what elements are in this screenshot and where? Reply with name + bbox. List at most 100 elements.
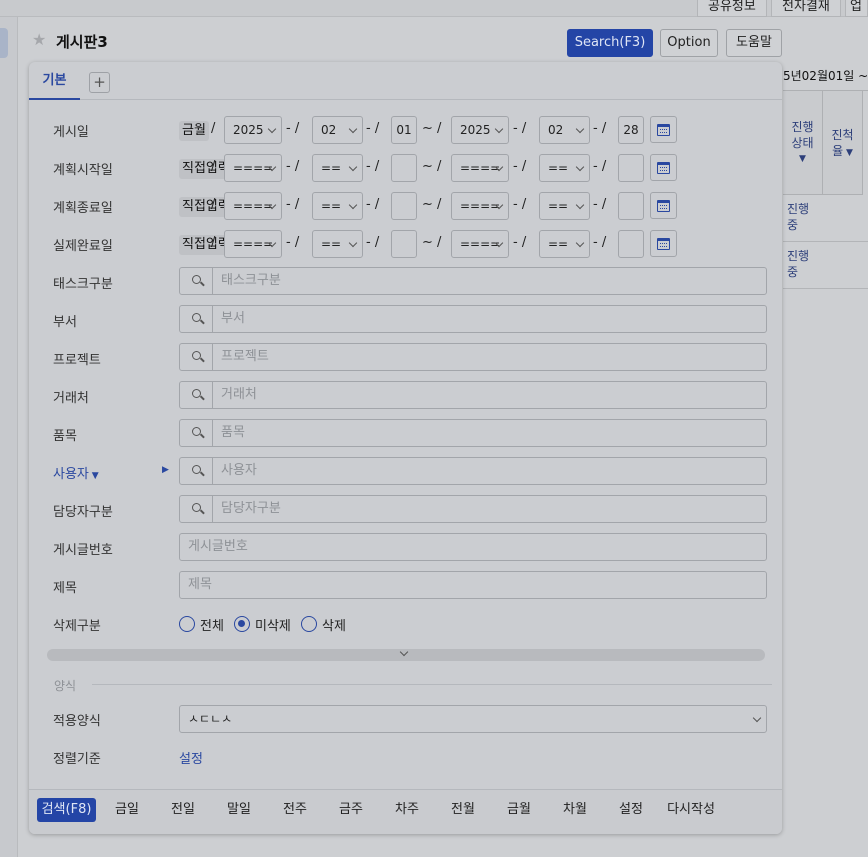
label-task-type: 태스크구분 bbox=[53, 277, 113, 292]
year-select[interactable]: ==== bbox=[451, 154, 509, 182]
subject-input[interactable]: 제목 bbox=[179, 571, 767, 599]
sort-settings-link[interactable]: 설정 bbox=[179, 748, 203, 767]
caret-right-icon[interactable]: ▶ bbox=[162, 465, 169, 475]
search-f8-button[interactable]: 검색(F8) bbox=[37, 798, 96, 822]
calendar-icon[interactable] bbox=[650, 116, 677, 143]
topnav-more[interactable]: 업 bbox=[845, 0, 868, 17]
month-select[interactable]: 02 bbox=[312, 116, 363, 144]
day-input[interactable] bbox=[618, 192, 644, 220]
dash-slash-separator: - / bbox=[513, 121, 527, 136]
year-select[interactable]: ==== bbox=[224, 192, 282, 220]
today-button[interactable]: 금일 bbox=[110, 798, 144, 822]
calendar-icon[interactable] bbox=[650, 154, 677, 181]
this-month-button[interactable]: 금월 bbox=[502, 798, 536, 822]
day-input[interactable] bbox=[391, 230, 417, 258]
label-user-dropdown[interactable]: 사용자 ▼ bbox=[53, 463, 99, 482]
search-icon[interactable] bbox=[180, 268, 213, 294]
month-select[interactable]: 02 bbox=[539, 116, 590, 144]
date-row-actual-done: 직접입력 / ==== == ==== == - / - / - / - / ~ / bbox=[29, 230, 782, 260]
label-subject: 제목 bbox=[53, 581, 77, 596]
radio-not-deleted[interactable] bbox=[234, 616, 250, 632]
month-select[interactable]: == bbox=[312, 192, 363, 220]
next-week-button[interactable]: 차주 bbox=[390, 798, 424, 822]
next-month-button[interactable]: 차월 bbox=[558, 798, 592, 822]
post-no-input[interactable]: 게시글번호 bbox=[179, 533, 767, 561]
radio-deleted[interactable] bbox=[301, 616, 317, 632]
project-field[interactable]: 프로젝트 bbox=[179, 343, 767, 371]
last-week-button[interactable]: 전주 bbox=[278, 798, 312, 822]
date-mode-selector[interactable]: 금월 bbox=[179, 121, 209, 141]
chevron-down-icon bbox=[752, 713, 762, 723]
year-select[interactable]: ==== bbox=[224, 230, 282, 258]
chevron-down-icon bbox=[348, 238, 358, 248]
dept-field[interactable]: 부서 bbox=[179, 305, 767, 333]
table-row[interactable]: 진행 중 bbox=[783, 242, 868, 289]
day-input[interactable] bbox=[618, 154, 644, 182]
dash-slash-separator: - / bbox=[513, 159, 527, 174]
day-input[interactable]: 28 bbox=[618, 116, 644, 144]
user-field[interactable]: 사용자 bbox=[179, 457, 767, 485]
tilde-slash-separator: ~ / bbox=[422, 159, 442, 174]
day-input[interactable] bbox=[618, 230, 644, 258]
chevron-down-icon bbox=[575, 162, 585, 172]
search-icon[interactable] bbox=[180, 382, 213, 408]
calendar-icon[interactable] bbox=[650, 230, 677, 257]
year-select[interactable]: ==== bbox=[451, 230, 509, 258]
month-select[interactable]: == bbox=[312, 230, 363, 258]
month-select[interactable]: == bbox=[539, 192, 590, 220]
month-select[interactable]: == bbox=[312, 154, 363, 182]
topnav-approval[interactable]: 전자결재 bbox=[771, 0, 841, 17]
column-header-progress[interactable]: 진척 율 ▼ bbox=[823, 91, 863, 195]
dash-slash-separator: - / bbox=[286, 235, 300, 250]
search-icon[interactable] bbox=[180, 306, 213, 332]
chevron-down-icon bbox=[575, 124, 585, 134]
this-week-button[interactable]: 금주 bbox=[334, 798, 368, 822]
client-field[interactable]: 거래처 bbox=[179, 381, 767, 409]
table-row[interactable]: 진행 중 bbox=[783, 195, 868, 242]
dash-slash-separator: - / bbox=[593, 121, 607, 136]
task-type-field[interactable]: 태스크구분 bbox=[179, 267, 767, 295]
year-select[interactable]: 2025 bbox=[224, 116, 282, 144]
year-select[interactable]: 2025 bbox=[451, 116, 509, 144]
year-select[interactable]: ==== bbox=[224, 154, 282, 182]
assignee-type-field[interactable]: 담당자구분 bbox=[179, 495, 767, 523]
date-row-post-date: 금월/ 2025 02 2025 02 01 28 - / - / - / - / ~ / bbox=[29, 116, 782, 146]
search-icon[interactable] bbox=[180, 458, 213, 484]
label-project: 프로젝트 bbox=[53, 353, 101, 368]
result-table: 진행 상태 ▼ 진척 율 ▼ 진행 중 진행 중 bbox=[783, 90, 868, 290]
favorite-star-icon[interactable]: ★ bbox=[32, 30, 46, 49]
chevron-down-icon bbox=[348, 200, 358, 210]
column-header-status[interactable]: 진행 상태 ▼ bbox=[783, 91, 823, 195]
tab-basic[interactable]: 기본 bbox=[29, 62, 80, 100]
last-month-button[interactable]: 전월 bbox=[446, 798, 480, 822]
dash-slash-separator: - / bbox=[366, 121, 380, 136]
search-icon[interactable] bbox=[180, 420, 213, 446]
year-select[interactable]: ==== bbox=[451, 192, 509, 220]
item-field[interactable]: 품목 bbox=[179, 419, 767, 447]
expand-chevron-icon[interactable] bbox=[398, 647, 410, 660]
calendar-icon[interactable] bbox=[650, 192, 677, 219]
dash-slash-separator: - / bbox=[513, 197, 527, 212]
apply-form-select[interactable]: ㅅㄷㄴㅅ bbox=[179, 705, 767, 733]
month-select[interactable]: == bbox=[539, 230, 590, 258]
month-end-button[interactable]: 말일 bbox=[222, 798, 256, 822]
dash-slash-separator: - / bbox=[593, 235, 607, 250]
reset-button[interactable]: 다시작성 bbox=[663, 798, 719, 822]
day-input[interactable]: 01 bbox=[391, 116, 417, 144]
left-rail-active-marker[interactable] bbox=[0, 28, 8, 58]
day-input[interactable] bbox=[391, 192, 417, 220]
day-input[interactable] bbox=[391, 154, 417, 182]
label-client: 거래처 bbox=[53, 391, 89, 406]
month-select[interactable]: == bbox=[539, 154, 590, 182]
add-tab-button[interactable]: + bbox=[89, 72, 110, 93]
search-button[interactable]: Search(F3) bbox=[567, 29, 653, 57]
yesterday-button[interactable]: 전일 bbox=[166, 798, 200, 822]
help-button[interactable]: 도움말 bbox=[726, 29, 782, 57]
dash-slash-separator: - / bbox=[286, 159, 300, 174]
search-icon[interactable] bbox=[180, 344, 213, 370]
option-button[interactable]: Option bbox=[660, 29, 718, 57]
search-icon[interactable] bbox=[180, 496, 213, 522]
radio-all[interactable] bbox=[179, 616, 195, 632]
settings-button[interactable]: 설정 bbox=[614, 798, 648, 822]
topnav-shared-info[interactable]: 공유정보 bbox=[697, 0, 767, 17]
